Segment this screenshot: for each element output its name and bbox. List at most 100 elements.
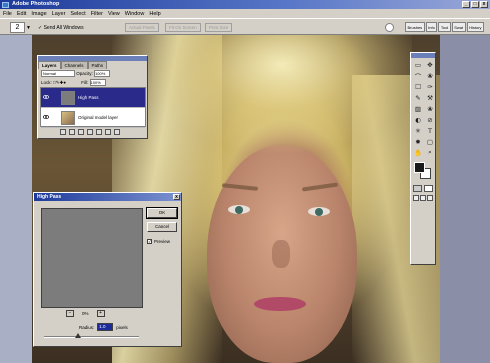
palette-tab-info[interactable]: Info xyxy=(425,22,438,32)
close-icon[interactable]: x xyxy=(173,194,180,200)
menu-image[interactable]: Image xyxy=(31,11,46,17)
shape-tool-icon[interactable]: ▢ xyxy=(424,136,436,147)
brush-tool-icon[interactable]: ✎ xyxy=(412,92,424,103)
toolbox: ▭ ✥ ⌒ ❀ ☐ ✑ ✎ ⚒ ▨ ❀ ◐ ⊘ ✳ T ✸ ▢ ✋ ⌕ xyxy=(410,52,436,265)
menu-window[interactable]: Window xyxy=(125,11,145,17)
blend-mode-select[interactable]: Normal xyxy=(41,70,75,78)
layers-palette-tabs: Layers Channels Paths xyxy=(38,61,147,69)
radius-input[interactable]: 1.0 xyxy=(97,323,114,331)
folder-icon[interactable] xyxy=(96,129,102,135)
preview-toggle[interactable]: ✓ Preview xyxy=(147,239,170,244)
marquee-tool-icon[interactable]: ▭ xyxy=(412,59,424,70)
zoom-out-button[interactable]: − xyxy=(66,310,74,317)
menu-file[interactable]: File xyxy=(3,11,12,17)
mask-icon[interactable] xyxy=(78,129,84,135)
eraser-tool-icon[interactable]: ▨ xyxy=(412,103,424,114)
eye-icon[interactable] xyxy=(43,114,49,120)
lasso-tool-icon[interactable]: ⌒ xyxy=(412,70,424,81)
foreground-color-swatch[interactable] xyxy=(414,162,425,173)
minimize-button[interactable]: _ xyxy=(462,1,470,8)
photo-eye-right xyxy=(308,207,330,216)
radius-slider-track[interactable] xyxy=(44,336,139,338)
print-size-button[interactable]: Print Size xyxy=(205,23,233,32)
zoom-in-button[interactable]: + xyxy=(96,310,105,317)
menu-edit[interactable]: Edit xyxy=(17,11,26,17)
scroll-all-windows-checkbox[interactable]: ✓ Send All Windows xyxy=(38,25,84,31)
palette-tab-swatches[interactable]: Swat xyxy=(451,22,466,32)
zoom-tool-icon[interactable]: ⌕ xyxy=(424,147,436,158)
radius-row: Radius: 1.0 pixels xyxy=(79,323,128,331)
crop-tool-icon[interactable]: ☐ xyxy=(412,81,424,92)
maximize-button[interactable]: □ xyxy=(471,1,479,8)
pen-tool-icon[interactable]: ✳ xyxy=(412,125,424,136)
slice-tool-icon[interactable]: ✑ xyxy=(424,81,436,92)
eye-icon[interactable] xyxy=(43,94,49,100)
dodge-tool-icon[interactable]: ◐ xyxy=(412,114,424,125)
radius-unit: pixels xyxy=(116,324,128,330)
menu-view[interactable]: View xyxy=(108,11,120,17)
menu-layer[interactable]: Layer xyxy=(52,11,66,17)
color-swatches xyxy=(411,161,435,183)
lock-icons[interactable]: □✎✚● xyxy=(53,80,66,85)
tool-preset-picker[interactable]: 2 xyxy=(10,22,25,33)
zoom-level: 0% xyxy=(82,311,89,316)
zoom-controls: − 0% + xyxy=(66,310,105,317)
chevron-down-icon[interactable]: ▼ xyxy=(26,25,31,31)
tab-paths[interactable]: Paths xyxy=(87,61,108,69)
options-bar: 2 ▼ ✓ Send All Windows Actual Pixels Fit… xyxy=(0,18,490,35)
radius-slider-thumb[interactable] xyxy=(75,333,81,338)
path-selection-tool-icon[interactable]: ✸ xyxy=(412,136,424,147)
preview-label: Preview xyxy=(154,239,171,244)
layer-style-icon[interactable] xyxy=(69,129,75,135)
ok-button[interactable]: OK xyxy=(146,207,178,219)
standard-mode-icon[interactable] xyxy=(413,185,422,192)
menu-filter[interactable]: Filter xyxy=(91,11,103,17)
link-icon[interactable] xyxy=(60,129,66,135)
dialog-titlebar[interactable]: High Pass x xyxy=(34,193,181,201)
trash-icon[interactable] xyxy=(114,129,120,135)
palette-tab-brushes[interactable]: Brushes xyxy=(405,22,425,32)
palette-tab-history[interactable]: History xyxy=(466,22,485,32)
mask-mode-row xyxy=(411,185,435,192)
clone-stamp-tool-icon[interactable]: ⚒ xyxy=(424,92,436,103)
full-screen-icon[interactable] xyxy=(427,195,433,201)
preview-checkbox[interactable]: ✓ xyxy=(147,239,152,244)
layer-row-original[interactable]: Original model layer xyxy=(41,108,145,128)
opacity-field[interactable]: 100% xyxy=(94,70,111,78)
photo-nose xyxy=(272,240,290,268)
close-button[interactable]: x xyxy=(480,1,488,8)
workspace-background xyxy=(440,35,490,363)
filter-preview[interactable] xyxy=(41,208,143,308)
screen-mode-row xyxy=(411,195,435,201)
layer-thumbnail xyxy=(61,91,75,105)
palette-tab-tool[interactable]: Tool xyxy=(438,22,451,32)
title-bar: Adobe Photoshop _ □ x xyxy=(0,0,490,9)
full-screen-menu-icon[interactable] xyxy=(420,195,426,201)
history-brush-tool-icon[interactable]: ❀ xyxy=(424,103,436,114)
adjustment-layer-icon[interactable] xyxy=(87,129,93,135)
opacity-label: Opacity: xyxy=(76,71,93,76)
actual-pixels-button[interactable]: Actual Pixels xyxy=(125,23,159,32)
tab-layers[interactable]: Layers xyxy=(38,61,61,69)
blur-tool-icon[interactable]: ⊘ xyxy=(424,114,436,125)
type-tool-icon[interactable]: T xyxy=(424,125,436,136)
quick-mask-icon[interactable] xyxy=(424,185,433,192)
new-layer-icon[interactable] xyxy=(105,129,111,135)
fit-on-screen-button[interactable]: Fit On Screen xyxy=(165,23,201,32)
menu-select[interactable]: Select xyxy=(70,11,85,17)
brush-preview-icon[interactable] xyxy=(385,23,394,32)
standard-screen-icon[interactable] xyxy=(413,195,419,201)
move-tool-icon[interactable]: ✥ xyxy=(424,59,436,70)
radius-label: Radius: xyxy=(79,324,95,330)
photo-eye-left xyxy=(228,205,250,214)
hand-tool-icon[interactable]: ✋ xyxy=(412,147,424,158)
cancel-button[interactable]: Cancel xyxy=(147,222,177,232)
layers-palette: Layers Channels Paths Normal Opacity: 10… xyxy=(37,55,148,139)
tab-channels[interactable]: Channels xyxy=(60,61,88,69)
fill-field[interactable]: 100% xyxy=(89,79,106,87)
menu-bar: File Edit Image Layer Select Filter View… xyxy=(0,9,490,18)
lock-row: Lock: □✎✚● Fill: 100% xyxy=(38,78,147,87)
layer-row-high-pass[interactable]: High Pass xyxy=(41,88,145,108)
magic-wand-tool-icon[interactable]: ❀ xyxy=(424,70,436,81)
menu-help[interactable]: Help xyxy=(149,11,160,17)
